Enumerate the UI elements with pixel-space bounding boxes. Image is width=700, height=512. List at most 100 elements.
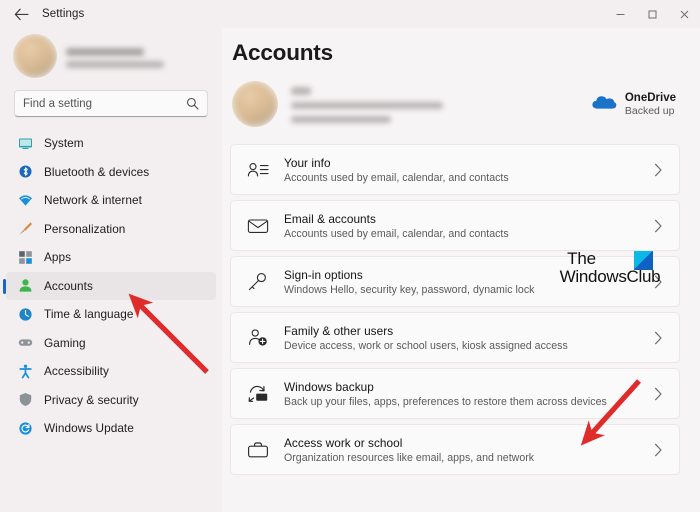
- envelope-icon: [246, 217, 270, 235]
- gamepad-icon: [17, 335, 33, 351]
- bluetooth-icon: [17, 164, 33, 180]
- card-title: Access work or school: [284, 435, 403, 450]
- sidebar-item-system[interactable]: System: [6, 129, 216, 158]
- sidebar-item-accessibility[interactable]: Accessibility: [6, 357, 216, 386]
- sidebar-item-time-language[interactable]: Time & language: [6, 300, 216, 329]
- maximize-icon[interactable]: [636, 0, 668, 28]
- card-subtitle: Accounts used by email, calendar, and co…: [284, 171, 509, 184]
- sidebar-profile[interactable]: [0, 30, 222, 84]
- sidebar-item-label: Privacy & security: [44, 392, 139, 407]
- sidebar-item-label: Personalization: [44, 221, 126, 236]
- page-title: Accounts: [232, 40, 333, 65]
- sidebar-item-label: Accessibility: [44, 364, 109, 379]
- sidebar-item-apps[interactable]: Apps: [6, 243, 216, 272]
- monitor-icon: [17, 135, 33, 151]
- update-icon: [17, 420, 33, 436]
- card-text: Sign-in options Windows Hello, security …: [284, 268, 651, 296]
- card-text: Windows backup Back up your files, apps,…: [284, 380, 651, 408]
- accessibility-icon: [17, 363, 33, 379]
- chevron-right-icon[interactable]: [651, 331, 665, 345]
- onedrive-name: OneDrive: [624, 91, 676, 104]
- settings-window: Settings Find a setting System Bluetooth…: [0, 0, 700, 512]
- sidebar-item-personalization[interactable]: Personalization: [6, 215, 216, 244]
- card-sign-in-options[interactable]: Sign-in options Windows Hello, security …: [230, 256, 680, 307]
- card-family-other-users[interactable]: Family & other users Device access, work…: [230, 312, 680, 363]
- avatar[interactable]: [232, 81, 278, 127]
- card-text: Family & other users Device access, work…: [284, 324, 651, 352]
- chevron-right-icon[interactable]: [651, 275, 665, 289]
- chevron-right-icon[interactable]: [651, 163, 665, 177]
- settings-card-list: Your info Accounts used by email, calend…: [230, 144, 680, 475]
- card-subtitle: Organization resources like email, apps,…: [284, 451, 535, 464]
- sidebar-item-gaming[interactable]: Gaming: [6, 329, 216, 358]
- sidebar-item-label: Windows Update: [44, 421, 134, 436]
- sidebar-item-bluetooth-devices[interactable]: Bluetooth & devices: [6, 158, 216, 187]
- card-subtitle: Device access, work or school users, kio…: [284, 339, 568, 352]
- card-title: Windows backup: [284, 379, 374, 394]
- sidebar-profile-text: [66, 45, 164, 68]
- account-name-redacted: [291, 87, 311, 95]
- card-title: Your info: [284, 155, 331, 170]
- back-arrow-icon[interactable]: [6, 0, 36, 28]
- window-controls: [604, 0, 700, 28]
- wifi-icon: [17, 192, 33, 208]
- title-bar: Settings: [0, 0, 700, 28]
- sidebar-item-label: System: [44, 136, 84, 151]
- person-icon: [17, 278, 33, 294]
- briefcase-icon: [246, 441, 270, 459]
- window-title: Settings: [42, 8, 85, 20]
- sidebar-item-label: Accounts: [44, 278, 93, 293]
- profile-name-redacted: [66, 47, 144, 56]
- sidebar-item-label: Bluetooth & devices: [44, 164, 150, 179]
- window-body: System Bluetooth & devices Network & int…: [0, 28, 700, 512]
- sidebar: System Bluetooth & devices Network & int…: [0, 28, 222, 512]
- card-access-work-or-school[interactable]: Access work or school Organization resou…: [230, 424, 680, 475]
- card-subtitle: Windows Hello, security key, password, d…: [284, 283, 535, 296]
- card-subtitle: Back up your files, apps, preferences to…: [284, 395, 607, 408]
- account-identity-redacted: [291, 85, 443, 123]
- person-add-icon: [246, 328, 270, 347]
- card-subtitle: Accounts used by email, calendar, and co…: [284, 227, 509, 240]
- contact-card-icon: [246, 161, 270, 179]
- onedrive-text: OneDrive Backed up: [625, 92, 676, 117]
- sidebar-item-label: Time & language: [44, 307, 134, 322]
- sidebar-item-accounts[interactable]: Accounts: [3, 271, 216, 300]
- chevron-right-icon[interactable]: [651, 219, 665, 233]
- avatar: [13, 34, 57, 78]
- sidebar-item-windows-update[interactable]: Windows Update: [6, 414, 216, 443]
- minimize-icon[interactable]: [604, 0, 636, 28]
- close-icon[interactable]: [668, 0, 700, 28]
- card-email-accounts[interactable]: Email & accounts Accounts used by email,…: [230, 200, 680, 251]
- sidebar-item-label: Network & internet: [44, 193, 142, 208]
- sidebar-nav: System Bluetooth & devices Network & int…: [0, 129, 222, 443]
- onedrive-status[interactable]: OneDrive Backed up: [591, 92, 680, 117]
- card-windows-backup[interactable]: Windows backup Back up your files, apps,…: [230, 368, 680, 419]
- card-title: Family & other users: [284, 323, 394, 338]
- chevron-right-icon[interactable]: [651, 443, 665, 457]
- apps-icon: [17, 249, 33, 265]
- account-extra-redacted: [291, 116, 391, 123]
- card-title: Sign-in options: [284, 267, 363, 282]
- search-input[interactable]: [23, 97, 186, 110]
- sidebar-item-network-internet[interactable]: Network & internet: [6, 186, 216, 215]
- sidebar-item-privacy-security[interactable]: Privacy & security: [6, 386, 216, 415]
- card-your-info[interactable]: Your info Accounts used by email, calend…: [230, 144, 680, 195]
- onedrive-sub: Backed up: [624, 104, 675, 117]
- search-icon: [186, 97, 199, 110]
- clock-icon: [17, 306, 33, 322]
- content-area: Accounts OneDrive Backed up Your info Ac…: [222, 28, 700, 512]
- profile-email-redacted: [66, 60, 164, 68]
- card-title: Email & accounts: [284, 211, 376, 226]
- chevron-right-icon[interactable]: [651, 387, 665, 401]
- shield-icon: [17, 392, 33, 408]
- onedrive-cloud-icon: [591, 93, 617, 115]
- backup-icon: [246, 384, 270, 403]
- search-box[interactable]: [14, 90, 208, 117]
- sidebar-item-label: Gaming: [44, 335, 86, 350]
- card-text: Access work or school Organization resou…: [284, 436, 651, 464]
- account-header: OneDrive Backed up: [230, 66, 680, 128]
- sidebar-item-label: Apps: [44, 250, 72, 265]
- account-email-redacted: [291, 102, 443, 109]
- card-text: Your info Accounts used by email, calend…: [284, 156, 651, 184]
- key-icon: [246, 272, 270, 292]
